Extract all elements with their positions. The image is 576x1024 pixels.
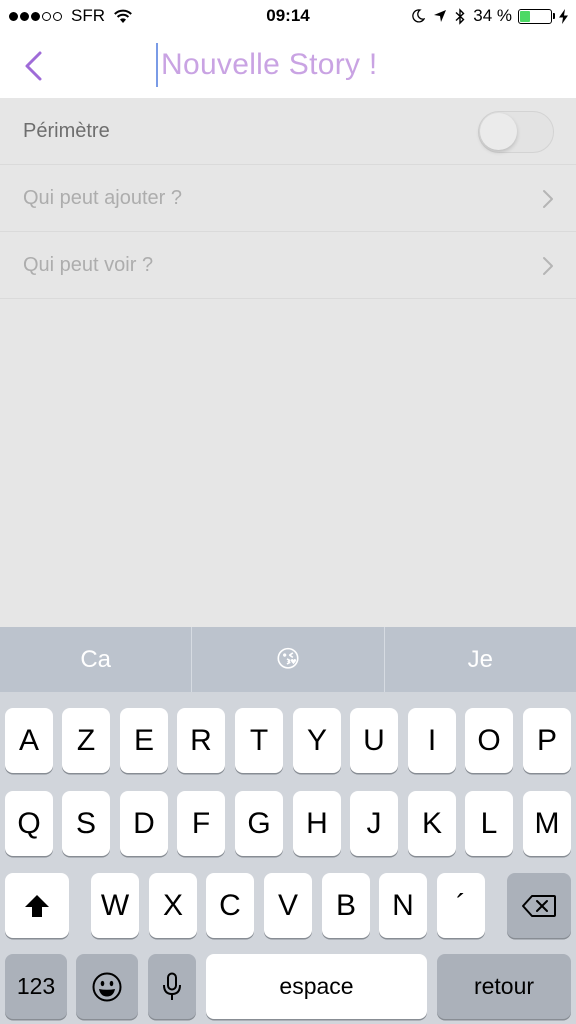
key[interactable]: A (5, 708, 53, 773)
back-button[interactable] (20, 50, 48, 82)
key[interactable]: T (235, 708, 283, 773)
key[interactable]: R (177, 708, 225, 773)
key[interactable]: S (62, 791, 110, 856)
dictation-key[interactable] (148, 954, 196, 1019)
status-bar: SFR 09:14 34 % (0, 0, 576, 32)
story-title-input[interactable]: Nouvelle Story ! (156, 42, 378, 88)
space-key[interactable]: espace (206, 954, 427, 1019)
key[interactable]: P (523, 708, 571, 773)
microphone-icon (163, 972, 181, 1000)
emoji-key[interactable] (76, 954, 138, 1019)
key[interactable]: U (350, 708, 398, 773)
settings-row-perimetre: Périmètre (0, 98, 576, 165)
settings-row-who-can-see[interactable]: Qui peut voir ? (0, 232, 576, 299)
text-cursor (156, 43, 158, 87)
backspace-icon (522, 894, 556, 917)
settings-row-who-can-add[interactable]: Qui peut ajouter ? (0, 165, 576, 232)
status-right: 34 % (411, 6, 568, 26)
keyboard: Ca 😘 Je A Z E R T Y U I O P Q S D F G H … (0, 627, 576, 1024)
nav-bar: Nouvelle Story ! (0, 32, 576, 98)
key[interactable]: Z (62, 708, 110, 773)
story-title-placeholder: Nouvelle Story ! (161, 48, 378, 81)
toggle-knob (480, 113, 517, 150)
perimetre-toggle[interactable] (478, 111, 554, 153)
battery-icon (518, 8, 552, 24)
numbers-key[interactable]: 123 (5, 954, 67, 1019)
key[interactable]: G (235, 791, 283, 856)
shift-key[interactable] (5, 873, 69, 938)
bluetooth-icon (455, 7, 465, 25)
battery-tip (553, 13, 555, 19)
moon-icon (412, 9, 426, 23)
charging-bolt-icon (559, 8, 568, 24)
key[interactable]: Y (293, 708, 341, 773)
chevron-left-icon (25, 51, 42, 81)
predictive-bar: Ca 😘 Je (0, 627, 576, 692)
key[interactable]: V (264, 873, 312, 938)
key[interactable]: N (379, 873, 427, 938)
suggestion-item[interactable]: Je (383, 627, 576, 692)
key[interactable]: K (408, 791, 456, 856)
key[interactable]: M (523, 791, 571, 856)
shift-arrow-icon (25, 894, 49, 917)
battery-percent: 34 % (473, 6, 512, 25)
key[interactable]: J (350, 791, 398, 856)
key[interactable]: B (322, 873, 370, 938)
chevron-right-icon (543, 257, 553, 275)
key[interactable]: L (465, 791, 513, 856)
settings-row-label: Qui peut voir ? (23, 253, 154, 276)
key[interactable]: D (120, 791, 168, 856)
story-settings-list: Périmètre Qui peut ajouter ? Qui peut vo… (0, 98, 576, 299)
emoji-icon (92, 972, 122, 1001)
battery-level-fill (520, 10, 531, 22)
key[interactable]: H (293, 791, 341, 856)
chevron-right-icon (543, 190, 553, 208)
suggestion-item[interactable]: Ca (0, 627, 191, 692)
location-arrow-icon (434, 10, 447, 22)
return-key[interactable]: retour (437, 954, 571, 1019)
key[interactable]: Q (5, 791, 53, 856)
key[interactable]: I (408, 708, 456, 773)
settings-row-label: Périmètre (23, 119, 110, 142)
key[interactable]: O (465, 708, 513, 773)
key[interactable]: F (177, 791, 225, 856)
key[interactable]: W (91, 873, 139, 938)
key[interactable]: E (120, 708, 168, 773)
key[interactable]: C (206, 873, 254, 938)
suggestion-item[interactable]: 😘 (191, 627, 383, 692)
key[interactable]: X (149, 873, 197, 938)
key[interactable]: ´ (437, 873, 485, 938)
backspace-key[interactable] (507, 873, 571, 938)
settings-row-label: Qui peut ajouter ? (23, 186, 182, 209)
